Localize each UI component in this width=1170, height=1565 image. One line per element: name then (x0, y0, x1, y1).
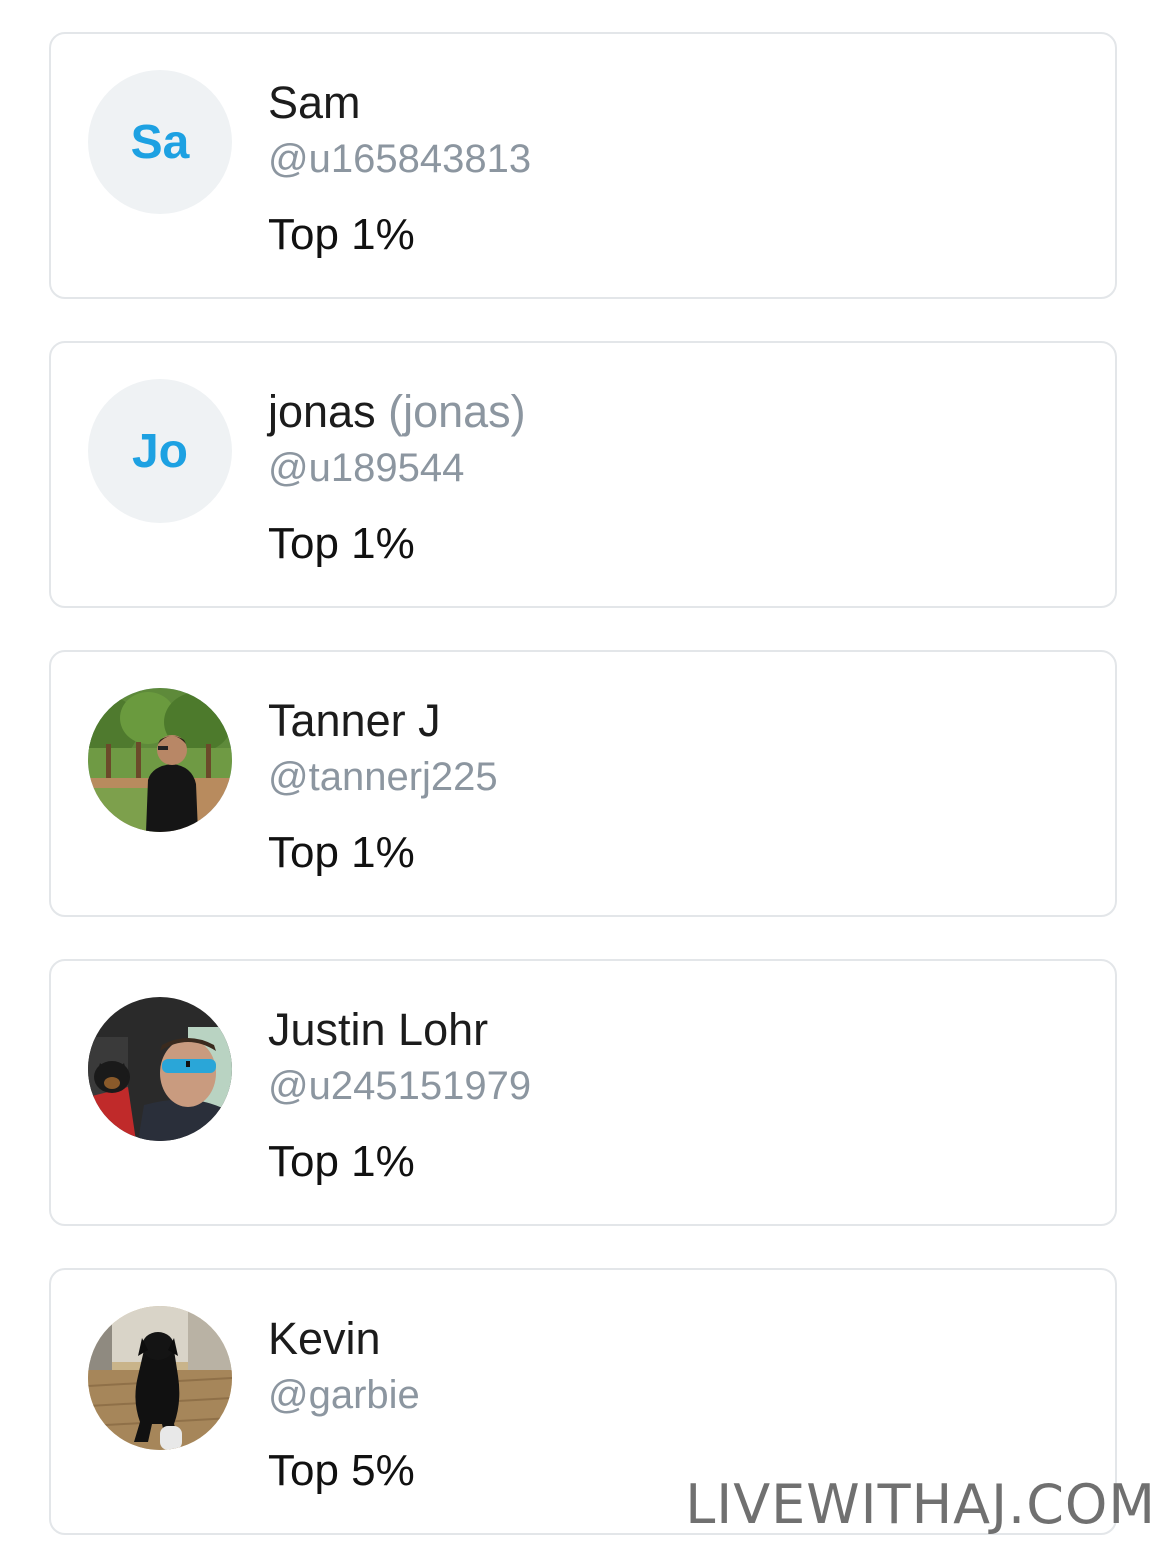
user-card-justin[interactable]: Justin Lohr @u245151979 Top 1% (49, 959, 1117, 1226)
user-card-jonas[interactable]: Jo jonas (jonas) @u189544 Top 1% (49, 341, 1117, 608)
car-selfie-dog-photo-icon[interactable] (88, 997, 232, 1141)
rank-label: Top 5% (268, 1446, 415, 1495)
avatar-initials: Sa (130, 115, 190, 169)
user-name[interactable]: Sam (268, 76, 361, 130)
user-card-tanner[interactable]: Tanner J @tannerj225 Top 1% (49, 650, 1117, 917)
rank-label: Top 1% (268, 210, 415, 259)
rank-label: Top 1% (268, 1137, 415, 1186)
user-handle: @u165843813 (268, 137, 532, 181)
display-alias: (jonas) (388, 386, 526, 437)
avatar[interactable]: Jo (88, 379, 232, 523)
user-name[interactable]: Justin Lohr (268, 1003, 488, 1057)
avatar-photo (88, 1306, 232, 1450)
avatar-photo (88, 997, 232, 1141)
display-name: Sam (268, 77, 361, 128)
rank-label: Top 1% (268, 519, 415, 568)
display-name: jonas (268, 386, 376, 437)
user-handle: @u245151979 (268, 1064, 532, 1108)
user-handle: @u189544 (268, 446, 465, 490)
avatar-initials: Jo (131, 424, 188, 478)
display-name: Tanner J (268, 695, 441, 746)
watermark: LIVEWITHAJ.COM (685, 1473, 1156, 1536)
black-dog-photo-icon[interactable] (88, 1306, 232, 1450)
user-name[interactable]: Tanner J (268, 694, 441, 748)
user-name[interactable]: jonas (jonas) (268, 385, 526, 439)
avatar-photo (88, 688, 232, 832)
display-name: Justin Lohr (268, 1004, 489, 1055)
rank-label: Top 1% (268, 828, 415, 877)
avatar[interactable]: Sa (88, 70, 232, 214)
user-name[interactable]: Kevin (268, 1312, 381, 1366)
orchard-man-photo-icon[interactable] (88, 688, 232, 832)
display-name: Kevin (268, 1313, 381, 1364)
user-handle: @tannerj225 (268, 755, 498, 799)
user-card-sam[interactable]: Sa Sam @u165843813 Top 1% (49, 32, 1117, 299)
user-handle: @garbie (268, 1373, 420, 1417)
